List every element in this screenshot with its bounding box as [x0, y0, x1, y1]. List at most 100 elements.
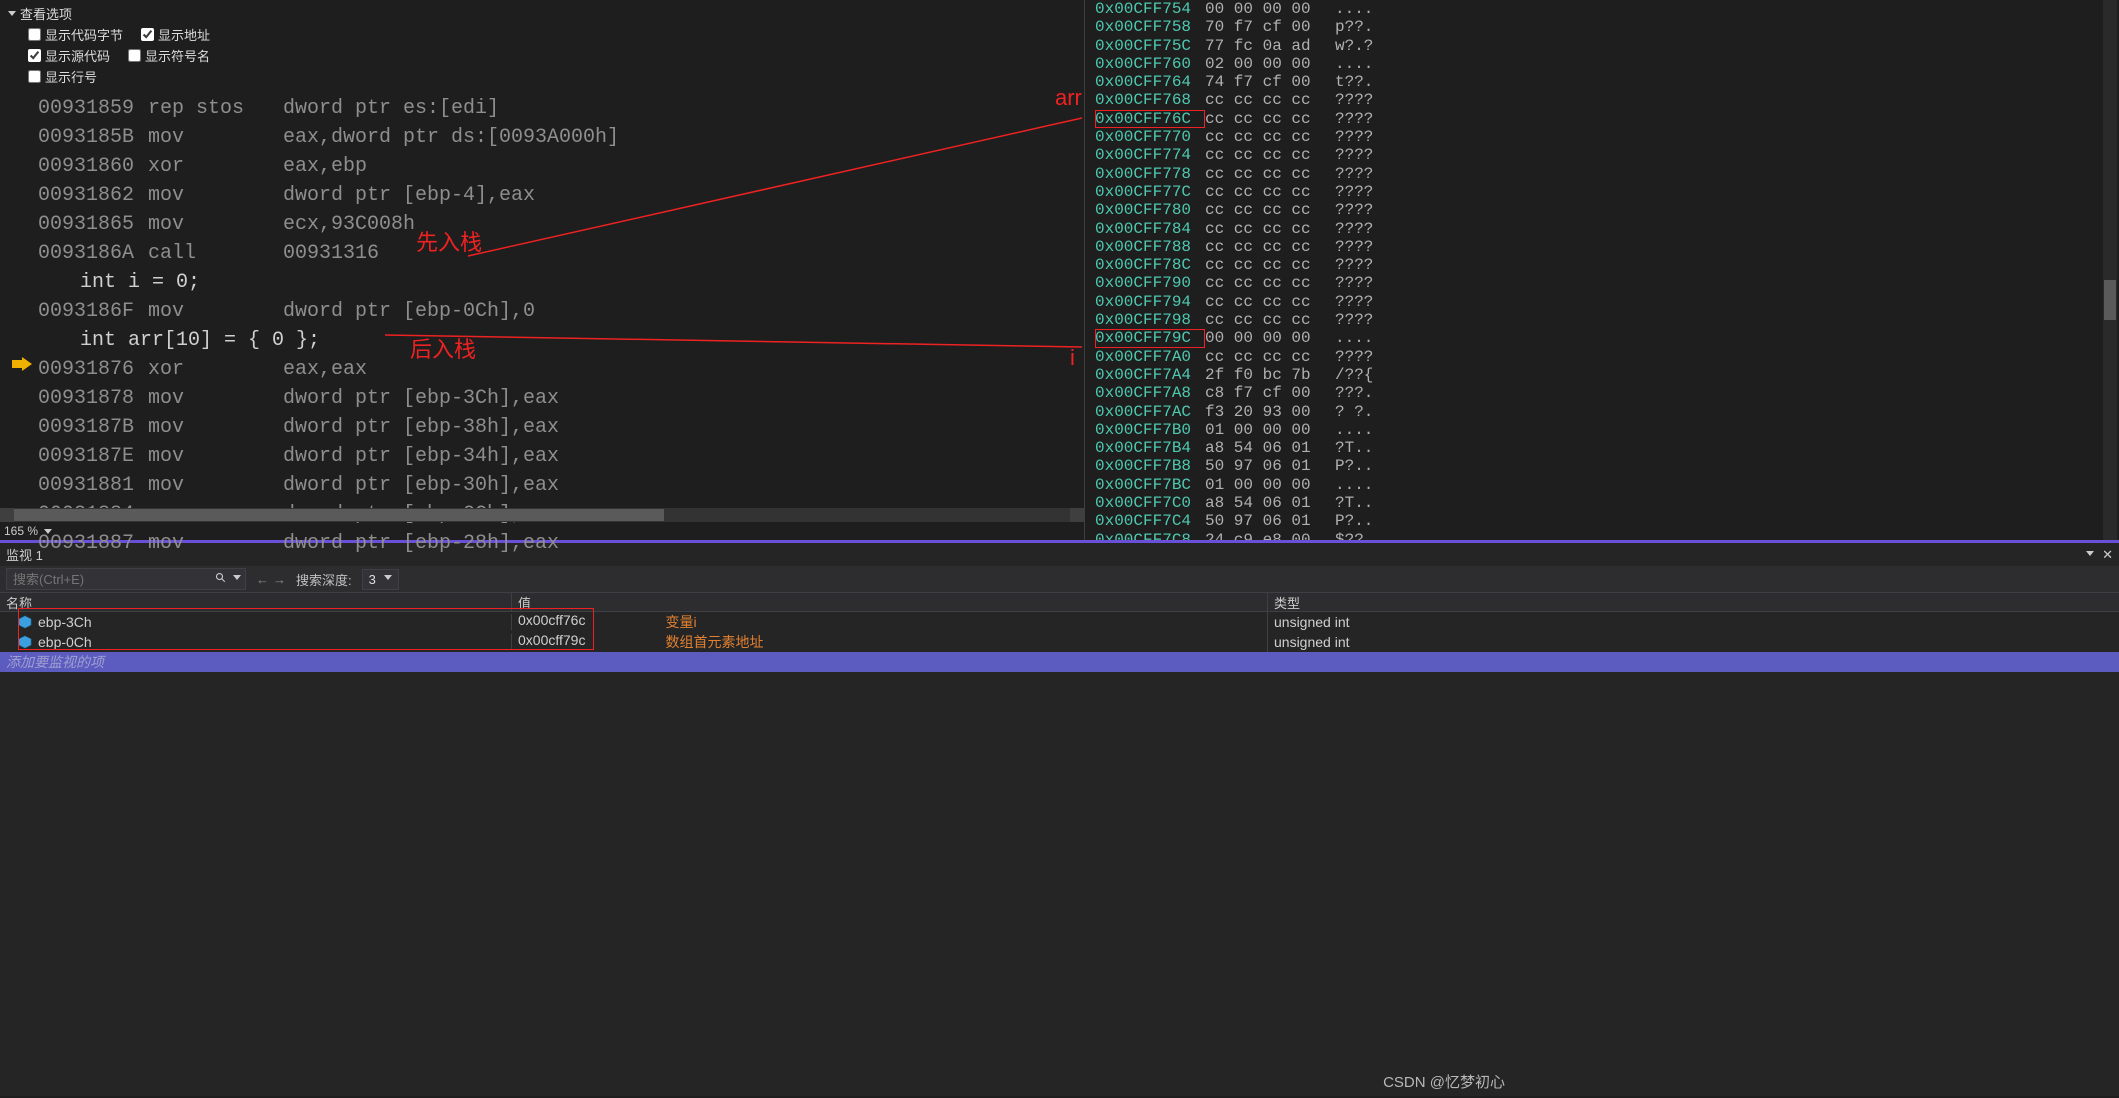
- code-line[interactable]: 00931876xoreax,eax: [0, 355, 1084, 384]
- scroll-right-button[interactable]: [1070, 508, 1084, 522]
- instruction-address: 00931860: [38, 152, 148, 181]
- search-icon[interactable]: [209, 572, 233, 587]
- memory-panel[interactable]: 0x00CFF75400 00 00 00....0x00CFF75870 f7…: [1085, 0, 2119, 540]
- code-line[interactable]: 00931862movdword ptr [ebp-4],eax: [0, 181, 1084, 210]
- memory-row[interactable]: 0x00CFF780cc cc cc cc????: [1095, 201, 2119, 219]
- scroll-left-button[interactable]: [0, 508, 14, 522]
- checkbox-show-source[interactable]: [28, 49, 41, 62]
- option-show-address[interactable]: 显示地址: [141, 25, 210, 44]
- memory-ascii: $??: [1335, 531, 1364, 540]
- code-line[interactable]: 00931859rep stosdword ptr es:[edi]: [0, 94, 1084, 123]
- memory-ascii: ????: [1335, 128, 1373, 146]
- memory-row[interactable]: 0x00CFF798cc cc cc cc????: [1095, 311, 2119, 329]
- memory-row[interactable]: 0x00CFF78Ccc cc cc cc????: [1095, 256, 2119, 274]
- memory-row[interactable]: 0x00CFF7BC01 00 00 00....: [1095, 476, 2119, 494]
- view-options-toggle[interactable]: 查看选项: [8, 4, 72, 23]
- memory-scrollbar[interactable]: [2103, 0, 2117, 540]
- memory-row[interactable]: 0x00CFF7B001 00 00 00....: [1095, 421, 2119, 439]
- memory-row[interactable]: 0x00CFF75870 f7 cf 00p??.: [1095, 18, 2119, 36]
- memory-row[interactable]: 0x00CFF788cc cc cc cc????: [1095, 238, 2119, 256]
- memory-address: 0x00CFF75C: [1095, 37, 1205, 55]
- code-line[interactable]: 00931887movdword ptr [ebp-28h],eax: [0, 529, 1084, 558]
- header-name[interactable]: 名称: [0, 593, 512, 612]
- memory-row[interactable]: 0x00CFF75400 00 00 00....: [1095, 0, 2119, 18]
- memory-row[interactable]: 0x00CFF75C77 fc 0a adw?.?: [1095, 37, 2119, 55]
- code-line[interactable]: 00931878movdword ptr [ebp-3Ch],eax: [0, 384, 1084, 413]
- search-prev-icon[interactable]: ←: [256, 572, 269, 587]
- watch-value-cell[interactable]: 0x00cff79c数组首元素地址: [512, 632, 1268, 652]
- memory-row[interactable]: 0x00CFF778cc cc cc cc????: [1095, 165, 2119, 183]
- code-line[interactable]: 0093185Bmoveax,dword ptr ds:[0093A000h]: [0, 123, 1084, 152]
- operands: eax,ebp: [283, 152, 367, 181]
- code-line[interactable]: 0093186Acall00931316: [0, 239, 1084, 268]
- watch-search-box[interactable]: [6, 568, 246, 590]
- memory-bytes: 02 00 00 00: [1205, 55, 1335, 73]
- memory-bytes: 50 97 06 01: [1205, 512, 1335, 530]
- watch-window-options-icon[interactable]: [2086, 551, 2094, 559]
- watch-search-input[interactable]: [7, 570, 209, 589]
- memory-ascii: ....: [1335, 55, 1373, 73]
- checkbox-show-address[interactable]: [141, 28, 154, 41]
- operands: dword ptr es:[edi]: [283, 94, 499, 123]
- memory-row[interactable]: 0x00CFF7B850 97 06 01P?..: [1095, 457, 2119, 475]
- disassembly-listing[interactable]: 00931859rep stosdword ptr es:[edi]009318…: [0, 90, 1084, 558]
- code-line[interactable]: 0093186Fmovdword ptr [ebp-0Ch],0: [0, 297, 1084, 326]
- chevron-down-icon: [8, 11, 16, 16]
- memory-row[interactable]: 0x00CFF7ACf3 20 93 00? ?.: [1095, 403, 2119, 421]
- watch-name-cell[interactable]: ebp-3Ch: [0, 614, 512, 630]
- memory-row[interactable]: 0x00CFF7C0a8 54 06 01?T..: [1095, 494, 2119, 512]
- code-line[interactable]: 00931865movecx,93C008h: [0, 210, 1084, 239]
- code-line[interactable]: 0093187Emovdword ptr [ebp-34h],eax: [0, 442, 1084, 471]
- horizontal-scrollbar[interactable]: [0, 508, 1084, 522]
- checkbox-show-code-bytes[interactable]: [28, 28, 41, 41]
- option-show-linenum[interactable]: 显示行号: [28, 67, 97, 86]
- watch-add-row[interactable]: 添加要监视的项: [0, 652, 2119, 672]
- option-show-code-bytes[interactable]: 显示代码字节: [28, 25, 123, 44]
- memory-row[interactable]: 0x00CFF76474 f7 cf 00t??.: [1095, 73, 2119, 91]
- instruction-address: 0093186F: [38, 297, 148, 326]
- header-value[interactable]: 值: [512, 593, 1268, 612]
- code-line[interactable]: 0093187Bmovdword ptr [ebp-38h],eax: [0, 413, 1084, 442]
- memory-row[interactable]: 0x00CFF790cc cc cc cc????: [1095, 274, 2119, 292]
- memory-row[interactable]: 0x00CFF774cc cc cc cc????: [1095, 146, 2119, 164]
- instruction-address: 00931859: [38, 94, 148, 123]
- search-dropdown-icon[interactable]: [233, 575, 241, 583]
- checkbox-show-symbols[interactable]: [128, 49, 141, 62]
- memory-scrollbar-thumb[interactable]: [2104, 280, 2116, 320]
- memory-row[interactable]: 0x00CFF77Ccc cc cc cc????: [1095, 183, 2119, 201]
- option-show-symbols[interactable]: 显示符号名: [128, 46, 210, 65]
- instruction-address: 00931865: [38, 210, 148, 239]
- memory-address: 0x00CFF784: [1095, 220, 1205, 238]
- memory-row[interactable]: 0x00CFF784cc cc cc cc????: [1095, 220, 2119, 238]
- watch-row[interactable]: ebp-0Ch0x00cff79c数组首元素地址unsigned int: [0, 632, 2119, 652]
- code-line[interactable]: 00931881movdword ptr [ebp-30h],eax: [0, 471, 1084, 500]
- memory-row[interactable]: 0x00CFF768cc cc cc cc????: [1095, 91, 2119, 109]
- scrollbar-thumb[interactable]: [14, 509, 664, 521]
- code-line[interactable]: 00931860xoreax,ebp: [0, 152, 1084, 181]
- watch-name-cell[interactable]: ebp-0Ch: [0, 634, 512, 650]
- memory-row[interactable]: 0x00CFF79C00 00 00 00....: [1095, 329, 2119, 347]
- memory-row[interactable]: 0x00CFF7B4a8 54 06 01?T..: [1095, 439, 2119, 457]
- search-next-icon[interactable]: →: [273, 572, 286, 587]
- watch-value-cell[interactable]: 0x00cff76c变量i: [512, 612, 1268, 632]
- close-icon[interactable]: ✕: [2102, 547, 2113, 563]
- memory-row[interactable]: 0x00CFF7C450 97 06 01P?..: [1095, 512, 2119, 530]
- operands: dword ptr [ebp-38h],eax: [283, 413, 559, 442]
- memory-row[interactable]: 0x00CFF770cc cc cc cc????: [1095, 128, 2119, 146]
- memory-row[interactable]: 0x00CFF7C824 c9 e8 00$??: [1095, 531, 2119, 540]
- memory-row[interactable]: 0x00CFF7A8c8 f7 cf 00???.: [1095, 384, 2119, 402]
- memory-row[interactable]: 0x00CFF7A42f f0 bc 7b/??{: [1095, 366, 2119, 384]
- option-show-source[interactable]: 显示源代码: [28, 46, 110, 65]
- code-line[interactable]: int i = 0;: [0, 268, 1084, 297]
- watch-row[interactable]: ebp-3Ch0x00cff76c变量iunsigned int: [0, 612, 2119, 632]
- zoom-dropdown-icon[interactable]: [44, 529, 52, 534]
- code-line[interactable]: int arr[10] = { 0 };: [0, 326, 1084, 355]
- memory-row[interactable]: 0x00CFF7A0cc cc cc cc????: [1095, 348, 2119, 366]
- search-depth-select[interactable]: 3: [362, 569, 399, 590]
- memory-row[interactable]: 0x00CFF76002 00 00 00....: [1095, 55, 2119, 73]
- zoom-level[interactable]: 165 %: [4, 524, 38, 538]
- checkbox-show-linenum[interactable]: [28, 70, 41, 83]
- memory-row[interactable]: 0x00CFF76Ccc cc cc cc????: [1095, 110, 2119, 128]
- header-type[interactable]: 类型: [1268, 593, 2119, 612]
- memory-row[interactable]: 0x00CFF794cc cc cc cc????: [1095, 293, 2119, 311]
